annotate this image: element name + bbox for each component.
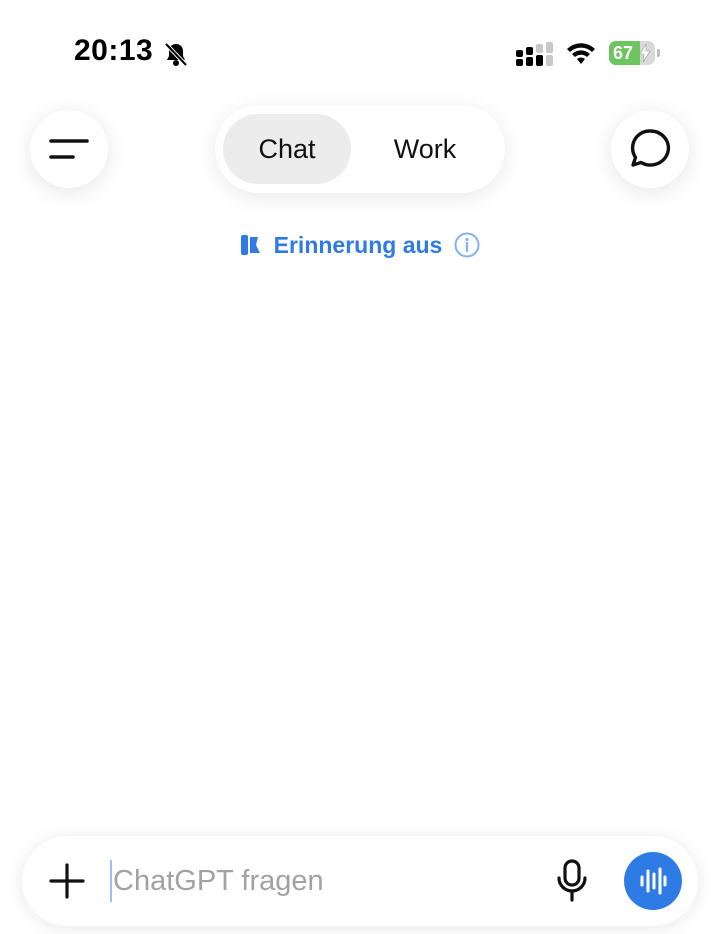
composer xyxy=(22,836,698,926)
status-bar: 20:13 67 xyxy=(0,0,720,100)
plus-icon xyxy=(49,863,85,899)
cellular-signal-icon xyxy=(516,42,553,66)
attach-button[interactable] xyxy=(46,860,88,902)
battery-charging-icon: 67 xyxy=(609,41,661,65)
tab-chat-label: Chat xyxy=(258,133,316,164)
tab-work-label: Work xyxy=(393,133,457,164)
bell-slash-icon xyxy=(164,42,188,67)
memory-off-icon xyxy=(240,235,260,255)
status-time: 20:13 xyxy=(74,34,154,67)
microphone-icon xyxy=(557,859,587,902)
tab-work[interactable]: Work xyxy=(361,114,489,184)
chat-bubble-icon xyxy=(630,129,671,167)
info-icon[interactable] xyxy=(454,232,480,258)
memory-label: Erinnerung aus xyxy=(273,231,443,258)
menu-lines-icon xyxy=(49,139,89,159)
mode-switcher: Chat Work xyxy=(215,105,505,193)
wifi-icon xyxy=(567,43,595,64)
menu-button[interactable] xyxy=(30,110,108,188)
voice-waveform-icon xyxy=(640,867,667,895)
memory-status[interactable]: Erinnerung aus xyxy=(0,228,720,262)
tab-chat[interactable]: Chat xyxy=(223,114,351,184)
prompt-input[interactable] xyxy=(110,858,533,904)
new-chat-button[interactable] xyxy=(611,110,689,188)
voice-mode-button[interactable] xyxy=(624,852,682,910)
dictate-button[interactable] xyxy=(552,856,592,906)
